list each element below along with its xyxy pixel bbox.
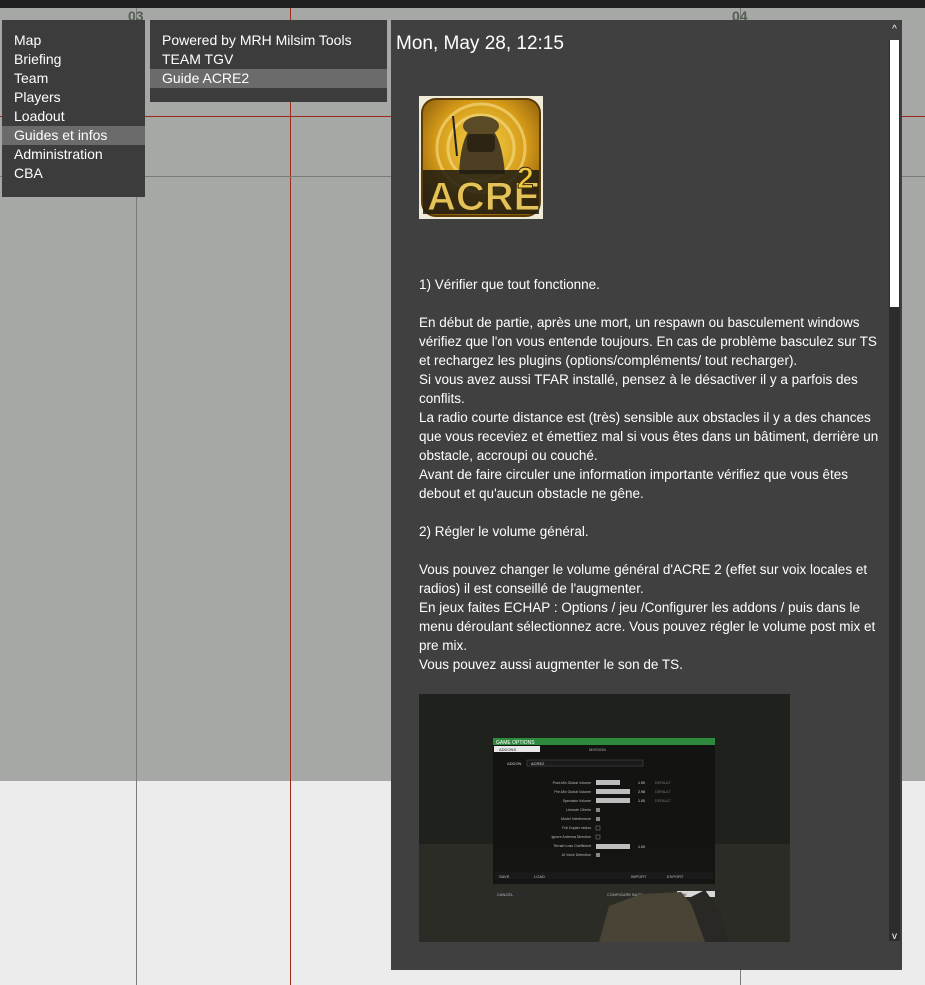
guide-paragraph: Avant de faire circuler une information … [419,467,848,501]
options-import-button: IMPORT [631,874,647,879]
guide-text: 1) Vérifier que tout fonctionne. En débu… [419,275,879,674]
setting-label: Ignore Antenna Direction [551,835,591,839]
guide-heading-1: 1) Vérifier que tout fonctionne. [419,277,600,292]
menu-item-briefing[interactable]: Briefing [2,50,145,69]
setting-value: 2.98 [638,790,645,794]
setting-default: DEFAULT [655,799,672,803]
acre2-logo-graphic: ACRE 2 [419,96,543,220]
game-options-screenshot: GAME OPTIONS ADDONS MISSION ADDON ACRE2 … [419,694,790,942]
submenu-item-powered-by[interactable]: Powered by MRH Milsim Tools [150,31,387,50]
setting-label: Post-Mix Global Volume [553,781,591,785]
game-options-screenshot-graphic: GAME OPTIONS ADDONS MISSION ADDON ACRE2 … [419,694,790,942]
setting-default: DEFAULT [655,790,672,794]
guide-content-panel[interactable]: Mon, May 28, 12:15 ACRE 2 1) Vérifier qu… [391,20,902,970]
options-tab-addons: ADDONS [499,747,516,752]
options-export-button: EXPORT [667,874,684,879]
options-window-title: GAME OPTIONS [496,740,535,746]
guide-paragraph: Vous pouvez aussi augmenter le son de TS… [419,657,683,672]
menu-item-cba[interactable]: CBA [2,164,145,183]
menu-item-map[interactable]: Map [2,31,145,50]
setting-label: Unmute Clients [566,808,591,812]
options-load-button: LOAD [534,874,545,879]
setting-label: Model Interference [561,817,591,821]
submenu-item-team-tgv[interactable]: TEAM TGV [150,50,387,69]
guide-paragraph: Vous pouvez changer le volume général d'… [419,562,868,596]
guide-paragraph: La radio courte distance est (très) sens… [419,410,879,463]
acre2-logo: ACRE 2 [419,96,543,220]
guide-paragraph: En début de partie, après une mort, un r… [419,315,877,368]
date-time-title: Mon, May 28, 12:15 [396,33,564,54]
setting-value: 1.00 [638,845,645,849]
options-tab-mission: MISSION [589,747,606,752]
scrollbar-thumb[interactable] [890,40,899,307]
map-grid-line [290,8,291,985]
menu-item-team[interactable]: Team [2,69,145,88]
setting-label: Terrain Loss Coefficient [554,844,592,848]
scroll-down-arrow[interactable]: v [889,930,900,944]
guide-paragraph: Si vous avez aussi TFAR installé, pensez… [419,372,858,406]
submenu-item-guide-acre2[interactable]: Guide ACRE2 [150,69,387,88]
menu-item-loadout[interactable]: Loadout [2,107,145,126]
scroll-up-arrow[interactable]: ^ [889,23,900,37]
map-top-bar [0,0,925,8]
sub-menu: Powered by MRH Milsim Tools TEAM TGV Gui… [150,20,387,102]
options-addon-label: ADDON [507,761,522,766]
menu-item-players[interactable]: Players [2,88,145,107]
menu-item-administration[interactable]: Administration [2,145,145,164]
setting-value: 1.00 [638,799,645,803]
setting-value: 1.90 [638,781,645,785]
setting-label: Full Duplex radios [562,826,591,830]
options-addon-value: ACRE2 [531,761,545,766]
setting-label: Spectator Volume [563,799,591,803]
menu-item-guides[interactable]: Guides et infos [2,126,145,145]
logo-number: 2 [517,162,534,195]
main-menu: Map Briefing Team Players Loadout Guides… [2,20,145,197]
options-cancel-button: CANCEL [497,892,514,897]
options-save-button: SAVE [499,874,510,879]
guide-paragraph: En jeux faites ECHAP : Options / jeu /Co… [419,600,876,653]
setting-default: DEFAULT [655,781,672,785]
setting-label: AI Voice Detection [562,853,591,857]
setting-label: Pre-Mix Global Volume [554,790,591,794]
guide-heading-2: 2) Régler le volume général. [419,524,589,539]
vertical-scrollbar[interactable] [889,40,900,941]
